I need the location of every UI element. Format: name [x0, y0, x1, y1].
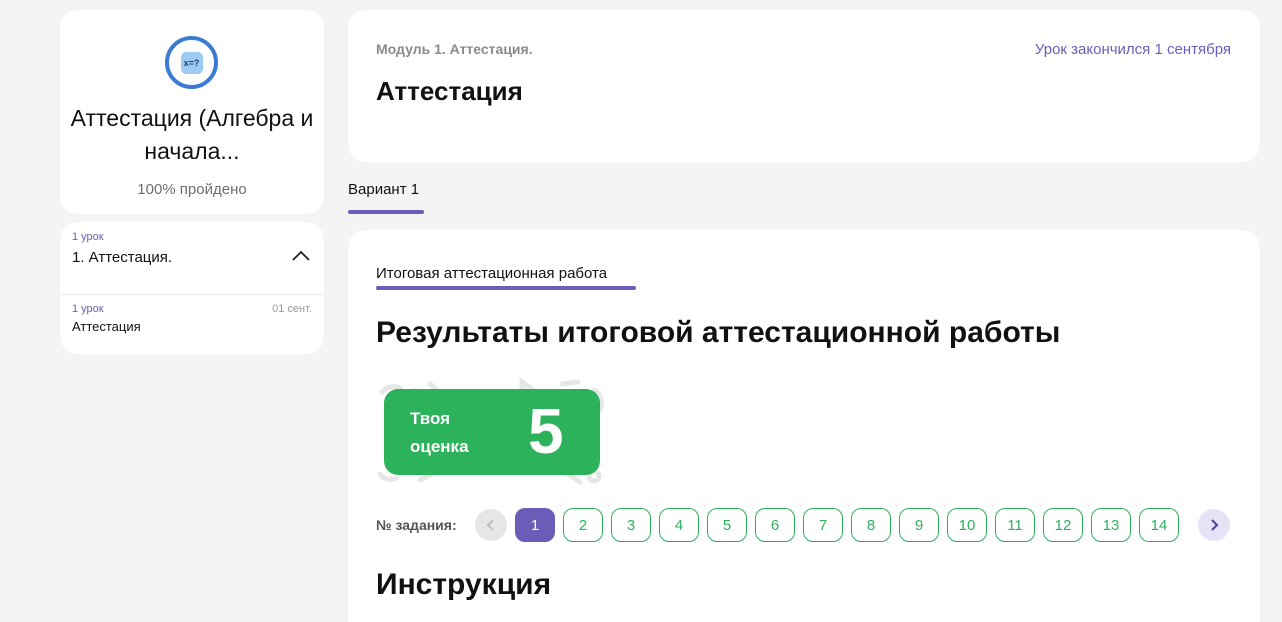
grade-block: Твоя оценка 5 [372, 378, 612, 488]
course-title: Аттестация (Алгебра и начала... [70, 105, 314, 164]
grade-label: Твоя оценка [410, 409, 469, 456]
task-button-3[interactable]: 3 [611, 508, 651, 542]
lesson-status: Урок закончился 1 сентября [1034, 41, 1231, 58]
task-button-10[interactable]: 10 [947, 508, 987, 542]
page-title: Аттестация [376, 76, 523, 106]
lesson-count: 1 урок [72, 303, 104, 315]
tab-variant-1[interactable]: Вариант 1 [348, 181, 419, 198]
task-button-7[interactable]: 7 [803, 508, 843, 542]
task-button-1[interactable]: 1 [515, 508, 555, 542]
lesson-header: Модуль 1. Аттестация. Урок закончился 1 … [348, 10, 1260, 162]
tab-final-work[interactable]: Итоговая аттестационная работа [376, 265, 607, 282]
task-button-6[interactable]: 6 [755, 508, 795, 542]
course-icon-text: x=? [180, 51, 203, 74]
lesson-item-attestation[interactable]: Аттестация [72, 319, 141, 334]
grade-badge: Твоя оценка 5 [384, 389, 600, 475]
results-card: Итоговая аттестационная работа Результат… [348, 230, 1260, 622]
instruction-heading: Инструкция [376, 568, 552, 601]
divider [60, 294, 324, 295]
lesson-date: 01 сент. [272, 303, 312, 315]
task-button-14[interactable]: 14 [1139, 508, 1179, 542]
chevron-right-icon[interactable] [1198, 509, 1230, 541]
task-button-11[interactable]: 11 [995, 508, 1035, 542]
task-navigation: № задания: 1 2 3 4 5 6 7 8 9 10 11 12 13 14 [376, 508, 1236, 542]
chevron-left-icon[interactable] [475, 509, 507, 541]
task-button-9[interactable]: 9 [899, 508, 939, 542]
grade-value: 5 [528, 395, 564, 467]
task-button-12[interactable]: 12 [1043, 508, 1083, 542]
results-title: Результаты итоговой аттестационной работ… [376, 316, 1061, 349]
module-title[interactable]: 1. Аттестация. [72, 249, 172, 266]
module-lessons-card: 1 урок 1. Аттестация. 1 урок 01 сент. Ат… [60, 222, 324, 354]
task-button-5[interactable]: 5 [707, 508, 747, 542]
task-number-label: № задания: [376, 517, 457, 533]
chevron-up-icon[interactable] [290, 248, 312, 264]
module-lesson-count: 1 урок [72, 231, 104, 243]
course-math-icon: x=? [165, 36, 218, 89]
course-card: x=? Аттестация (Алгебра и начала... 100%… [60, 10, 324, 214]
task-button-13[interactable]: 13 [1091, 508, 1131, 542]
module-label: Модуль 1. Аттестация. [376, 41, 533, 57]
task-button-8[interactable]: 8 [851, 508, 891, 542]
task-button-2[interactable]: 2 [563, 508, 603, 542]
course-progress: 100% пройдено [137, 181, 247, 198]
tab-active-indicator [348, 210, 424, 214]
tab-active-indicator [376, 286, 636, 290]
task-button-4[interactable]: 4 [659, 508, 699, 542]
